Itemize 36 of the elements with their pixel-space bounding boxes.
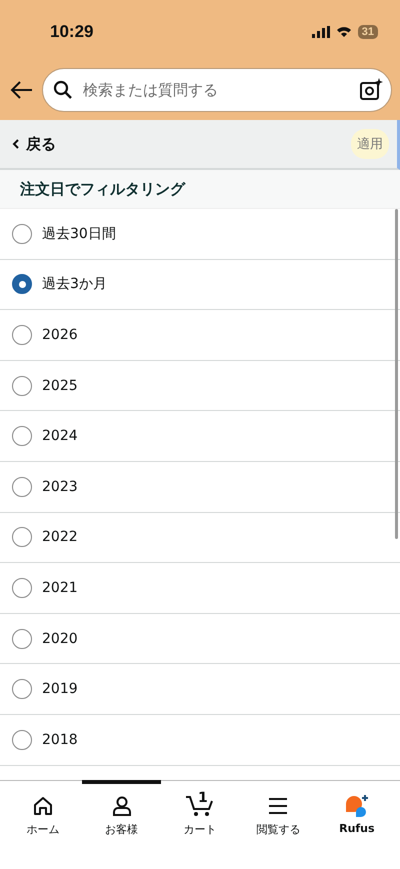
tab-bar-item[interactable]: 閲覧する: [239, 780, 318, 869]
back-arrow-icon[interactable]: [10, 80, 34, 100]
radio-button[interactable]: [12, 527, 32, 548]
radio-button[interactable]: [12, 679, 32, 700]
search-icon: [53, 80, 73, 100]
radio-button[interactable]: [12, 426, 32, 446]
radio-button[interactable]: [12, 476, 32, 497]
tab-bar-item[interactable]: ホーム: [4, 780, 82, 869]
radio-button[interactable]: [12, 376, 32, 396]
radio-button[interactable]: [12, 324, 32, 345]
chat-bubbles-icon: [344, 794, 370, 818]
signal-icon: [312, 26, 330, 38]
status-time: 10:29: [50, 22, 94, 42]
camera-icon[interactable]: [359, 78, 383, 102]
radio-button[interactable]: [12, 628, 32, 649]
tab-bar-item[interactable]: Rufus: [318, 780, 396, 869]
radio-button[interactable]: [12, 578, 32, 598]
chevron-left-icon: [12, 139, 20, 149]
apply-button[interactable]: 適用: [351, 129, 389, 159]
section-title: 注文日でフィルタリング: [0, 170, 400, 209]
radio-option[interactable]: 2019: [0, 664, 400, 715]
cart-count: 1: [198, 790, 208, 806]
search-input[interactable]: 検索または質問する: [81, 80, 351, 100]
radio-option[interactable]: 2021: [0, 563, 400, 614]
battery-level: 31: [358, 25, 378, 39]
tab-bar-item[interactable]: お客様: [82, 780, 161, 869]
cart-icon: [185, 794, 216, 818]
radio-option[interactable]: 2018: [0, 714, 400, 766]
back-button[interactable]: 戻る: [12, 134, 56, 154]
radio-button[interactable]: [12, 274, 32, 294]
radio-button[interactable]: [12, 730, 32, 750]
wifi-icon: [336, 26, 352, 38]
tab-bar-item[interactable]: 1 カート: [160, 780, 240, 869]
radio-button[interactable]: [12, 224, 32, 244]
radio-option[interactable]: 2020: [0, 614, 400, 664]
search-field[interactable]: 検索または質問する: [42, 68, 392, 112]
